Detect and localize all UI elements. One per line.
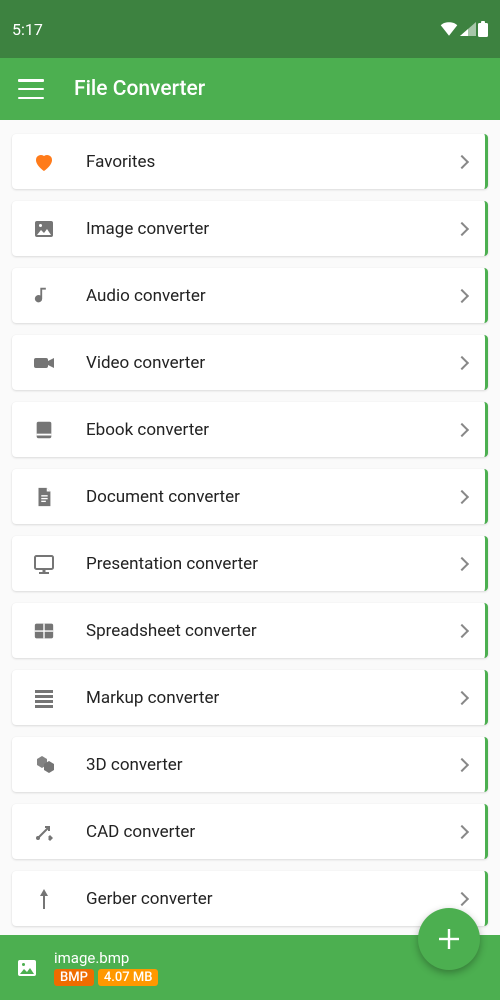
category-card[interactable]: Ebook converter <box>12 402 488 457</box>
video-icon <box>30 349 58 377</box>
category-label: Ebook converter <box>86 420 457 440</box>
category-label: Video converter <box>86 353 457 373</box>
chevron-right-icon <box>455 489 469 503</box>
category-label: Audio converter <box>86 286 457 306</box>
spreadsheet-icon <box>30 617 58 645</box>
category-label: Gerber converter <box>86 889 457 909</box>
chevron-right-icon <box>455 288 469 302</box>
menu-button[interactable] <box>18 79 44 99</box>
markup-icon <box>30 684 58 712</box>
category-card[interactable]: Presentation converter <box>12 536 488 591</box>
status-time: 5:17 <box>12 20 43 39</box>
3d-icon <box>30 751 58 779</box>
category-card[interactable]: Video converter <box>12 335 488 390</box>
gerber-icon <box>30 885 58 913</box>
chevron-right-icon <box>455 422 469 436</box>
category-card[interactable]: 3D converter <box>12 737 488 792</box>
category-label: Presentation converter <box>86 554 457 574</box>
chevron-right-icon <box>455 824 469 838</box>
category-card[interactable]: CAD converter <box>12 804 488 859</box>
presentation-icon <box>30 550 58 578</box>
category-card[interactable]: Favorites <box>12 134 488 189</box>
chevron-right-icon <box>455 355 469 369</box>
category-label: Document converter <box>86 487 457 507</box>
wifi-icon <box>440 22 458 36</box>
file-size-badge: 4.07 MB <box>98 969 159 986</box>
chevron-right-icon <box>455 623 469 637</box>
category-list: Favorites Image converter Audio converter V… <box>0 120 500 935</box>
category-label: CAD converter <box>86 822 457 842</box>
category-label: Image converter <box>86 219 457 239</box>
chevron-right-icon <box>455 556 469 570</box>
file-format-badge: BMP <box>54 969 94 986</box>
app-bar: File Converter <box>0 58 500 120</box>
chevron-right-icon <box>455 154 469 168</box>
cell-icon <box>460 22 476 36</box>
category-label: 3D converter <box>86 755 457 775</box>
app-title: File Converter <box>74 77 205 101</box>
image-icon <box>30 215 58 243</box>
category-label: Markup converter <box>86 688 457 708</box>
audio-icon <box>30 282 58 310</box>
category-card[interactable]: Spreadsheet converter <box>12 603 488 658</box>
file-name: image.bmp <box>54 949 158 967</box>
category-card[interactable]: Image converter <box>12 201 488 256</box>
category-label: Spreadsheet converter <box>86 621 457 641</box>
ebook-icon <box>30 416 58 444</box>
status-icons <box>440 21 488 37</box>
category-card[interactable]: Gerber converter <box>12 871 488 926</box>
file-info: image.bmp BMP 4.07 MB <box>54 949 158 986</box>
category-card[interactable]: Audio converter <box>12 268 488 323</box>
heart-icon <box>30 148 58 176</box>
status-bar: 5:17 <box>0 0 500 58</box>
category-card[interactable]: Document converter <box>12 469 488 524</box>
chevron-right-icon <box>455 690 469 704</box>
plus-icon <box>436 926 462 952</box>
category-label: Favorites <box>86 152 457 172</box>
chevron-right-icon <box>455 221 469 235</box>
battery-icon <box>478 21 488 37</box>
document-icon <box>30 483 58 511</box>
cad-icon <box>30 818 58 846</box>
add-fab[interactable] <box>418 908 480 970</box>
chevron-right-icon <box>455 891 469 905</box>
chevron-right-icon <box>455 757 469 771</box>
image-icon <box>14 955 40 981</box>
category-card[interactable]: Markup converter <box>12 670 488 725</box>
